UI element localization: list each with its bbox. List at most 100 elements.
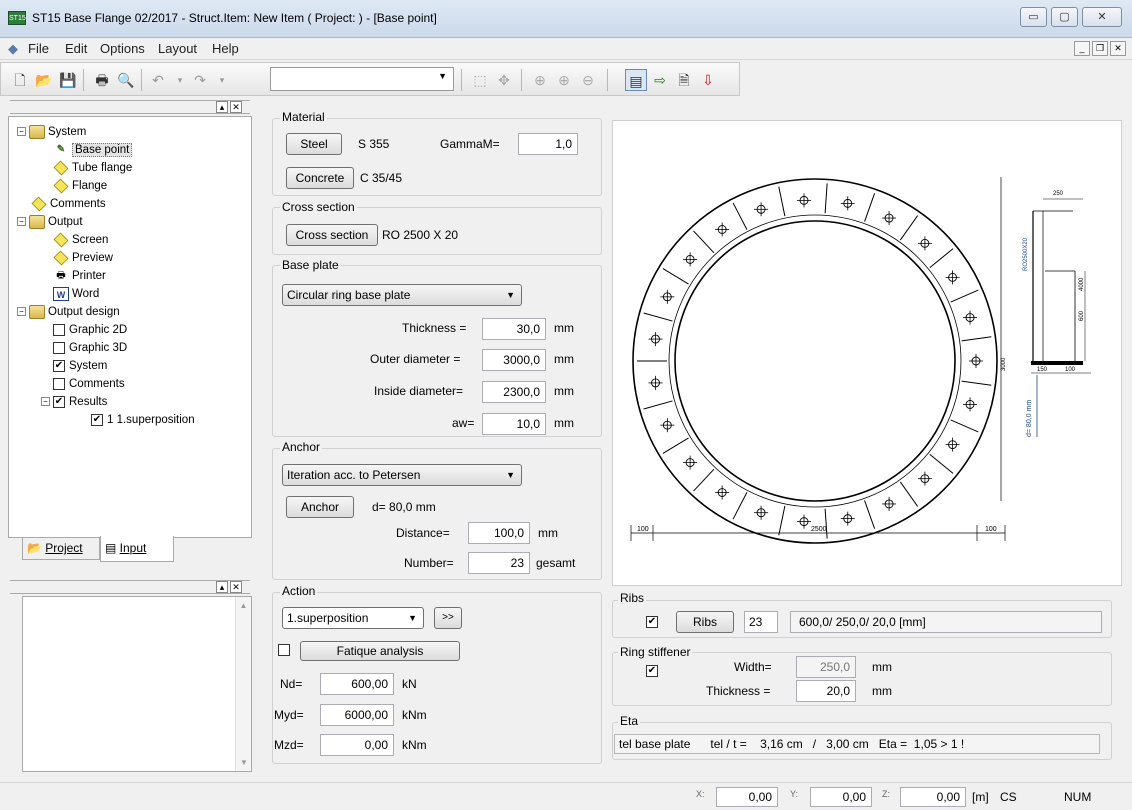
checkbox-checked[interactable]: ✔	[53, 395, 65, 408]
zoom-window-icon[interactable]: ⬚	[469, 69, 491, 91]
nd-input[interactable]: 600,00	[320, 673, 394, 695]
checkbox-checked[interactable]: ✔	[91, 413, 103, 426]
tree-item-graphic-3d[interactable]: Graphic 3D	[17, 339, 195, 357]
thickness-input[interactable]: 30,0	[482, 318, 546, 340]
fatigue-analysis-button[interactable]: Fatique analysis	[300, 641, 460, 661]
fatigue-checkbox[interactable]	[278, 644, 290, 656]
concrete-button[interactable]: Concrete	[286, 167, 354, 189]
anchor-button[interactable]: Anchor	[286, 496, 354, 518]
tree-item-output[interactable]: − Output	[17, 213, 195, 231]
undo-icon[interactable]: ↶	[147, 69, 169, 91]
tree-item-output-comments[interactable]: Comments	[17, 375, 195, 393]
collapse-icon[interactable]: −	[17, 217, 26, 227]
zoom-all-icon[interactable]: ⊕	[529, 69, 551, 91]
distance-input[interactable]: 100,0	[468, 522, 530, 544]
checkbox[interactable]	[53, 377, 65, 390]
redo-icon[interactable]: ↷	[189, 69, 211, 91]
menu-layout[interactable]: Layout	[158, 41, 197, 56]
tree-item-tube-flange[interactable]: Tube flange	[17, 159, 195, 177]
menu-help[interactable]: Help	[212, 41, 239, 56]
panel-grip[interactable]	[10, 100, 250, 114]
tab-project[interactable]: 📂 Project	[22, 538, 100, 560]
menu-file[interactable]: File	[28, 41, 49, 56]
toolbar-combo[interactable]: ▼	[270, 67, 454, 91]
new-file-icon[interactable]: 🗋	[9, 69, 31, 91]
panel-close-icon[interactable]: ✕	[230, 581, 242, 593]
aw-input[interactable]: 10,0	[482, 413, 546, 435]
thickness-label: Thickness =	[402, 321, 467, 335]
zoom-out-icon[interactable]: ⊖	[577, 69, 599, 91]
diamond-icon	[53, 232, 69, 248]
drawing-canvas[interactable]: 100 2500 100 3000 250 RO2500X20 4000 600…	[612, 120, 1122, 586]
rib	[864, 193, 876, 222]
ring-width-input[interactable]: 250,0	[796, 656, 856, 678]
steel-button[interactable]: Steel	[286, 133, 342, 155]
tree-item-flange[interactable]: Flange	[17, 177, 195, 195]
tree-item-system[interactable]: − System	[17, 123, 195, 141]
maximize-button[interactable]: ▢	[1051, 7, 1078, 27]
panel-close-icon[interactable]: ✕	[230, 101, 242, 113]
checkbox-checked[interactable]: ✔	[53, 359, 65, 372]
dim-right: 100	[985, 526, 997, 533]
tree-item-results[interactable]: − ✔ Results	[17, 393, 195, 411]
tree-item-base-point[interactable]: ✎ Base point	[17, 141, 195, 159]
minimize-button[interactable]: ▭	[1020, 7, 1047, 27]
tree-item-printer[interactable]: 🖶 Printer	[17, 267, 195, 285]
scrollbar[interactable]: ▲ ▼	[235, 597, 251, 771]
mzd-input[interactable]: 0,00	[320, 734, 394, 756]
mdi-restore-button[interactable]: ❐	[1092, 41, 1108, 56]
open-folder-icon[interactable]: 📂	[33, 69, 55, 91]
save-icon[interactable]: 💾	[57, 69, 79, 91]
tree-item-superposition[interactable]: ✔ 1 1.superposition	[17, 411, 195, 429]
checkbox[interactable]	[53, 323, 65, 336]
tree-item-graphic-2d[interactable]: Graphic 2D	[17, 321, 195, 339]
inside-diameter-input[interactable]: 2300,0	[482, 381, 546, 403]
collapse-icon[interactable]: −	[17, 127, 26, 137]
ribs-checkbox[interactable]: ✔	[646, 616, 658, 628]
tab-input[interactable]: ▤ Input	[100, 536, 174, 562]
mdi-close-button[interactable]: ✕	[1110, 41, 1126, 56]
myd-input[interactable]: 6000,00	[320, 704, 394, 726]
ribs-button[interactable]: Ribs	[676, 611, 734, 633]
base-plate-type-select[interactable]: Circular ring base plate ▼	[282, 284, 522, 306]
tree-item-output-system[interactable]: ✔ System	[17, 357, 195, 375]
print-preview-icon[interactable]: 🔍	[115, 69, 137, 91]
document-icon[interactable]: 🗎	[673, 69, 695, 91]
tree-item-comments[interactable]: Comments	[17, 195, 195, 213]
tree-item-output-design[interactable]: − Output design	[17, 303, 195, 321]
panel-pin-icon[interactable]: ▴	[216, 581, 228, 593]
cross-section-button[interactable]: Cross section	[286, 224, 378, 246]
ring-stiffener-checkbox[interactable]: ✔	[646, 665, 658, 677]
panel-grip[interactable]	[10, 580, 250, 594]
outer-diameter-input[interactable]: 3000,0	[482, 349, 546, 371]
zoom-in-icon[interactable]: ⊕	[553, 69, 575, 91]
collapse-icon[interactable]: −	[41, 397, 50, 407]
tree-item-word[interactable]: W Word	[17, 285, 195, 303]
print-icon[interactable]: 🖶	[91, 69, 113, 91]
panel-pin-icon[interactable]: ▴	[216, 101, 228, 113]
action-select[interactable]: 1.superposition ▼	[282, 607, 424, 629]
more-button[interactable]: >>	[434, 607, 462, 629]
undo-dropdown-icon[interactable]: ▾	[169, 69, 191, 91]
mdi-minimize-button[interactable]: _	[1074, 41, 1090, 56]
menu-options[interactable]: Options	[100, 41, 145, 56]
redo-dropdown-icon[interactable]: ▾	[211, 69, 233, 91]
ring-thickness-input[interactable]: 20,0	[796, 680, 856, 702]
word-export-icon[interactable]: ⇩	[697, 69, 719, 91]
menu-edit[interactable]: Edit	[65, 41, 87, 56]
collapse-icon[interactable]: −	[17, 307, 26, 317]
scroll-up-icon[interactable]: ▲	[236, 601, 251, 610]
close-button[interactable]: ✕	[1082, 7, 1122, 27]
export-icon[interactable]: ⇨	[649, 69, 671, 91]
pan-icon[interactable]: ✥	[493, 69, 515, 91]
tree-item-preview[interactable]: Preview	[17, 249, 195, 267]
scroll-down-icon[interactable]: ▼	[236, 758, 252, 767]
anchor-method-select[interactable]: Iteration acc. to Petersen ▼	[282, 464, 522, 486]
outer-diameter-label: Outer diameter =	[370, 352, 461, 366]
tree-item-screen[interactable]: Screen	[17, 231, 195, 249]
number-input[interactable]: 23	[468, 552, 530, 574]
ribs-count-input[interactable]: 23	[744, 611, 778, 633]
input-view-icon[interactable]: ▤	[625, 69, 647, 91]
gamma-input[interactable]: 1,0	[518, 133, 578, 155]
checkbox[interactable]	[53, 341, 65, 354]
